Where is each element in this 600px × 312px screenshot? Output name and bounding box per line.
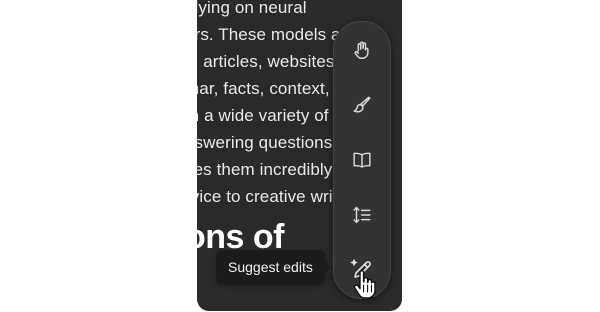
line-spacing-button[interactable] — [347, 200, 377, 230]
reading-toolbar — [333, 21, 391, 299]
article-line: rvice to creative writ — [197, 187, 338, 206]
book-icon — [350, 149, 374, 171]
article-line: nswering questions, — [197, 133, 338, 152]
suggest-edits-tooltip: Suggest edits — [216, 250, 331, 284]
immersive-reader-button[interactable] — [347, 145, 377, 175]
article-line: m a wide variety of t — [197, 106, 339, 125]
article-line: kes them incredibly — [197, 160, 333, 179]
hand-icon — [351, 39, 373, 61]
article-line: s, articles, websites, — [197, 52, 340, 71]
reading-mode-button[interactable] — [347, 35, 377, 65]
hand-pointer-cursor — [353, 270, 377, 305]
paintbrush-icon — [351, 94, 373, 116]
article-line: elying on neural — [197, 0, 307, 17]
article-line: mar, facts, context, — [197, 79, 330, 98]
theme-button[interactable] — [347, 90, 377, 120]
article-line: ers. These models are — [197, 25, 356, 44]
line-spacing-icon — [350, 204, 374, 226]
screen: elying on neural ers. These models are s… — [0, 0, 600, 312]
